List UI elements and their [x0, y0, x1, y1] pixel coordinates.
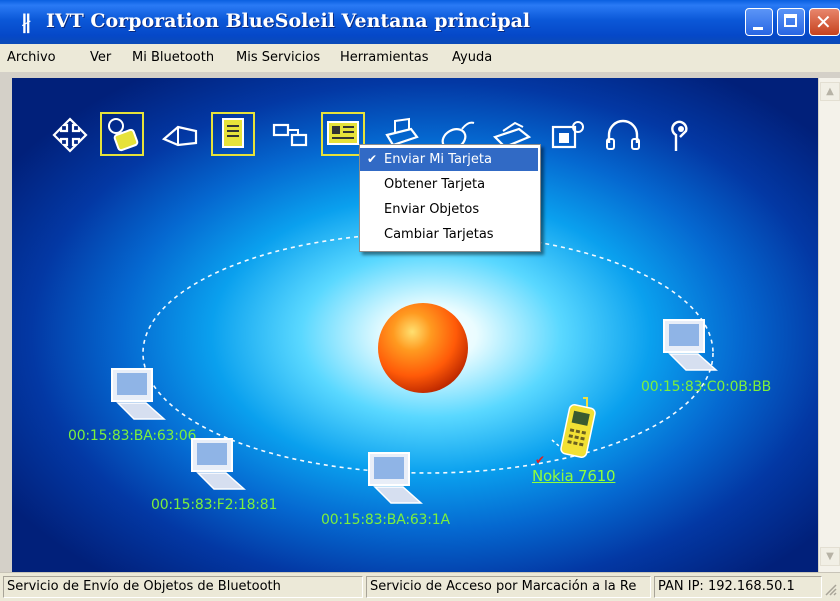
menu-item-cambiar-tarjetas[interactable]: Cambiar Tarjetas — [360, 223, 538, 246]
resize-grip-icon[interactable] — [822, 581, 838, 597]
menu-item-obtener-tarjeta[interactable]: Obtener Tarjeta — [360, 173, 538, 196]
status-pane-pan-ip: PAN IP: 192.168.50.1 — [654, 576, 822, 598]
serial-port-icon[interactable] — [270, 115, 310, 155]
device-label[interactable]: 00:15:83:C0:0B:BB — [641, 379, 771, 395]
status-pane-object-push: Servicio de Envío de Objetos de Bluetoot… — [3, 576, 363, 598]
network-access-icon[interactable] — [50, 115, 90, 155]
imaging-icon[interactable] — [547, 115, 587, 155]
computer-icon[interactable] — [188, 437, 248, 495]
menu-herramientas[interactable]: Herramientas — [340, 50, 429, 65]
context-menu: ✔ Enviar Mi Tarjeta Obtener Tarjeta Envi… — [359, 144, 541, 252]
menu-item-enviar-objetos[interactable]: Enviar Objetos — [360, 198, 538, 221]
menu-ver[interactable]: Ver — [90, 50, 111, 65]
bluetooth-icon: ∦ — [21, 10, 31, 34]
menu-mi-bluetooth[interactable]: Mi Bluetooth — [132, 50, 214, 65]
maximize-icon — [784, 14, 797, 27]
menu-ayuda[interactable]: Ayuda — [452, 50, 492, 65]
minimize-icon — [753, 27, 763, 30]
device-label[interactable]: 00:15:83:F2:18:81 — [151, 497, 277, 513]
close-icon: ✕ — [815, 10, 832, 34]
computer-icon[interactable] — [365, 451, 425, 509]
phone-icon[interactable] — [557, 396, 597, 460]
menu-archivo[interactable]: Archivo — [7, 50, 56, 65]
vertical-scrollbar[interactable]: ▲ ▼ — [818, 78, 840, 572]
device-label[interactable]: 00:15:83:BA:63:06 — [68, 428, 196, 444]
computer-icon[interactable] — [660, 318, 720, 376]
check-icon: ✔ — [367, 152, 378, 166]
scroll-up-button[interactable]: ▲ — [820, 82, 840, 101]
minimize-button[interactable] — [745, 8, 773, 36]
scroll-down-button[interactable]: ▼ — [820, 547, 840, 566]
paired-check-icon: ✔ — [535, 453, 546, 467]
menu-bar: Archivo Ver Mi Bluetooth Mis Servicios H… — [0, 44, 840, 72]
dialup-networking-icon[interactable] — [100, 112, 144, 156]
menu-item-enviar-mi-tarjeta[interactable]: ✔ Enviar Mi Tarjeta — [360, 148, 538, 171]
menu-mis-servicios[interactable]: Mis Servicios — [236, 50, 320, 65]
device-label-nokia[interactable]: Nokia 7610 — [532, 467, 616, 485]
close-button[interactable]: ✕ — [809, 8, 840, 36]
audio-gateway-icon[interactable] — [660, 115, 700, 155]
status-bar: Servicio de Envío de Objetos de Bluetoot… — [0, 572, 840, 601]
maximize-button[interactable] — [777, 8, 805, 36]
file-transfer-icon[interactable] — [160, 115, 200, 155]
title-bar[interactable]: ∦ IVT Corporation BlueSoleil Ventana pri… — [0, 0, 840, 44]
sync-icon[interactable] — [211, 112, 255, 156]
computer-icon[interactable] — [108, 367, 168, 425]
status-pane-dialup: Servicio de Acceso por Marcación a la Re — [366, 576, 651, 598]
window-title: IVT Corporation BlueSoleil Ventana princ… — [46, 10, 531, 32]
device-label[interactable]: 00:15:83:BA:63:1A — [321, 512, 450, 528]
headset-icon[interactable] — [603, 115, 643, 155]
